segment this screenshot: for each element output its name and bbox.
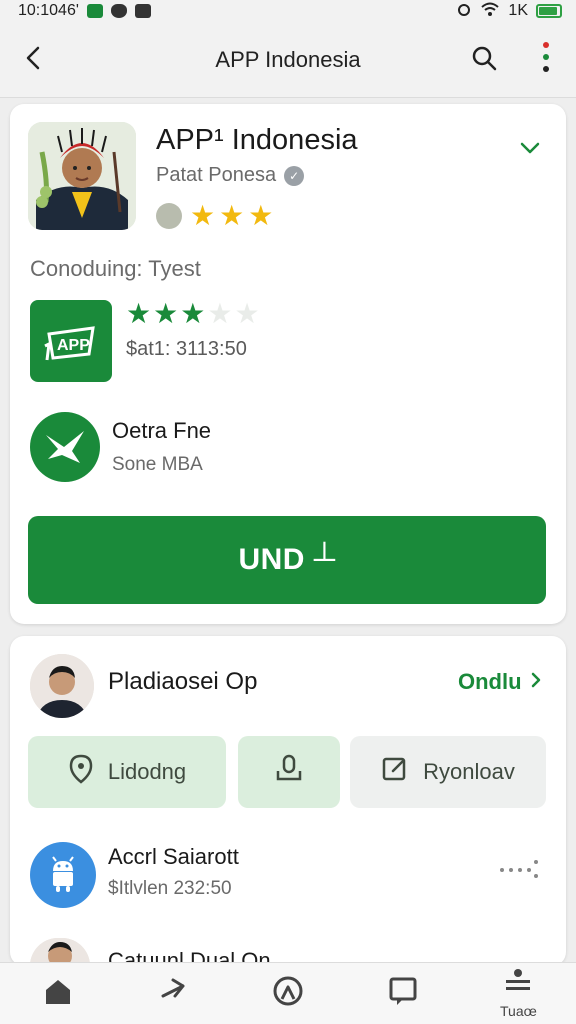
status-bar: 10:1046' 1K [0, 0, 576, 22]
related-app-rating: ★ ★ ★ ★ ★ [126, 300, 260, 328]
chevron-right-icon [528, 669, 544, 695]
star-empty-icon: ★ [234, 298, 260, 329]
battery-text: 1K [508, 2, 528, 19]
chevron-down-icon[interactable] [516, 134, 544, 162]
install-button[interactable]: UND ┴ [28, 516, 546, 604]
location-pin-icon [68, 754, 94, 790]
app-hero-image [28, 122, 136, 230]
related-app-price: $at1: 3113:50 [126, 338, 247, 360]
publisher-name: Pladiaosei Op [108, 668, 258, 695]
app-name: APP¹ Indonesia [156, 124, 358, 156]
nav-home[interactable] [0, 963, 115, 1024]
chip-edit[interactable]: Ryonloav [350, 736, 546, 808]
star-icon: ★ [126, 298, 152, 329]
developer-label: Patat Ponesa [156, 164, 277, 186]
more-horizontal-icon[interactable] [498, 858, 540, 878]
more-options-icon[interactable] [532, 38, 560, 78]
chat-icon [387, 975, 419, 1012]
app-bar: APP Indonesia [0, 22, 576, 98]
nav-chat[interactable] [346, 963, 461, 1024]
alarm-icon [456, 1, 472, 22]
list-item-title[interactable]: Accrl Saiarott [108, 844, 239, 870]
nav-menu-label: Tuaœ [500, 1003, 537, 1019]
star-icon: ★ [180, 298, 206, 329]
star-icon: ★ [219, 200, 245, 231]
chip-location[interactable]: Lidodng [28, 736, 226, 808]
section-label: Conoduing: Tyest [30, 256, 201, 281]
edit-icon [381, 755, 409, 789]
shield-icon [110, 4, 127, 18]
nav-map[interactable] [230, 963, 345, 1024]
wifi-icon [480, 1, 500, 22]
rating-badge-icon [156, 203, 182, 229]
star-icon: ★ [190, 200, 216, 231]
home-icon [42, 976, 74, 1011]
notification-app-icon [86, 4, 103, 18]
related-app-subtitle: Sone MBA [112, 454, 203, 475]
bottom-nav: Tuaœ [0, 962, 576, 1024]
developer-name[interactable]: Patat Ponesa ✓ [156, 164, 305, 187]
back-arrow-icon[interactable] [18, 42, 50, 74]
star-icon: ★ [248, 200, 274, 231]
related-app-title[interactable]: Oetra Fne [112, 418, 211, 444]
list-item-subtitle: $Itlvlen 232:50 [108, 878, 232, 899]
nav-share[interactable] [115, 963, 230, 1024]
app-details-card: APP¹ Indonesia Patat Ponesa ✓ ★ ★ ★ Cono… [10, 104, 566, 624]
bird-icon[interactable] [30, 412, 100, 482]
status-left: 10:1046' [18, 2, 151, 20]
map-pin-icon [272, 975, 304, 1012]
open-link-label: Ondlu [458, 669, 522, 694]
app-logo-icon[interactable]: APP [30, 300, 112, 382]
clock: 10:1046' [18, 2, 79, 19]
star-empty-icon: ★ [207, 298, 233, 329]
avatar[interactable] [30, 654, 94, 718]
chip-microphone[interactable] [238, 736, 340, 808]
verified-icon: ✓ [284, 165, 305, 186]
app-rating: ★ ★ ★ [156, 202, 273, 230]
open-link[interactable]: Ondlu [458, 669, 544, 695]
publisher-card: Pladiaosei Op Ondlu Lidodng Ryonloav Acc… [10, 636, 566, 966]
chip-location-label: Lidodng [107, 759, 187, 784]
microphone-icon [274, 753, 304, 791]
mail-icon [134, 4, 151, 18]
search-icon[interactable] [468, 42, 500, 74]
android-icon[interactable] [30, 842, 96, 908]
share-icon [157, 976, 189, 1011]
nav-menu[interactable]: Tuaœ [461, 963, 576, 1024]
menu-icon [502, 968, 534, 1001]
svg-text:APP: APP [57, 337, 90, 354]
status-right: 1K [456, 1, 562, 22]
star-icon: ★ [153, 298, 179, 329]
battery-icon [536, 4, 562, 18]
chip-edit-label: Ryonloav [423, 759, 515, 784]
